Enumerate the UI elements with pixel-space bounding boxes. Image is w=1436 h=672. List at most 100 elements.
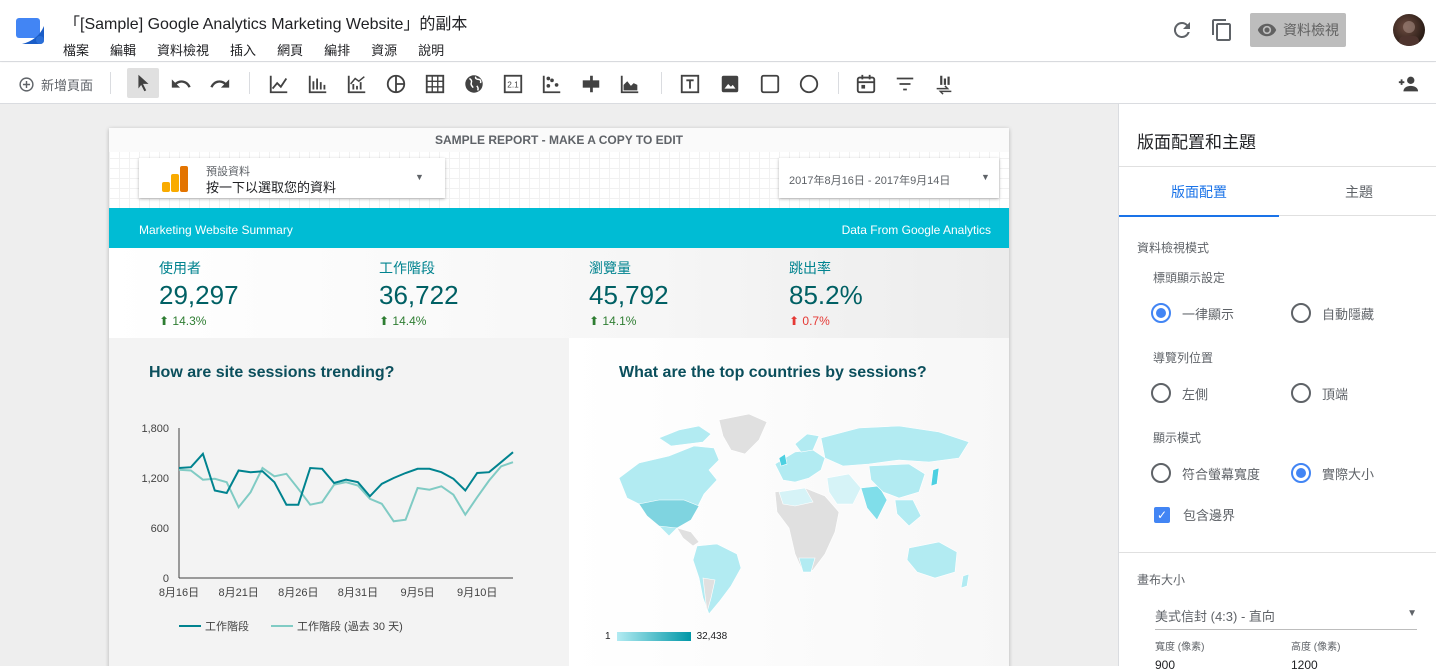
document-title[interactable]: 「[Sample] Google Analytics Marketing Web… bbox=[64, 10, 467, 34]
data-studio-logo-icon[interactable] bbox=[16, 18, 44, 44]
arrow-up-icon: ⬆ bbox=[589, 314, 603, 328]
summary-source: Data From Google Analytics bbox=[841, 223, 991, 237]
add-rectangle-button[interactable] bbox=[757, 71, 783, 97]
legend-label: 工作階段 (過去 30 天) bbox=[297, 619, 403, 633]
filter-icon bbox=[896, 77, 914, 91]
radio-unselected-icon bbox=[1291, 303, 1311, 323]
scatter-icon bbox=[542, 75, 561, 94]
add-date-range-button[interactable] bbox=[853, 71, 879, 97]
tab-theme[interactable]: 主題 bbox=[1279, 167, 1436, 217]
caret-down-icon: ▼ bbox=[981, 172, 990, 182]
kpi-label: 工作階段 bbox=[379, 260, 435, 276]
radio-nav-top[interactable]: 頂端 bbox=[1291, 383, 1348, 403]
panel-title: 版面配置和主題 bbox=[1137, 133, 1256, 152]
radio-nav-left[interactable]: 左側 bbox=[1151, 383, 1208, 403]
kpi-users[interactable]: 使用者 29,297 ⬆ 14.3% bbox=[159, 258, 239, 328]
add-filter-button[interactable] bbox=[892, 71, 918, 97]
add-circle-icon bbox=[19, 77, 34, 92]
add-scatter-chart-button[interactable] bbox=[539, 71, 565, 97]
add-image-button[interactable] bbox=[717, 71, 743, 97]
data-source-picker[interactable]: 預設資料 按一下以選取您的資料 ▼ bbox=[139, 158, 445, 198]
y-tick-label: 1,800 bbox=[141, 423, 169, 435]
date-range-picker[interactable]: 2017年8月16日 - 2017年9月14日 ▼ bbox=[779, 158, 999, 198]
x-tick-label: 8月16日 bbox=[159, 587, 199, 599]
view-mode-button[interactable]: 資料檢視 bbox=[1250, 13, 1346, 47]
map-region-south-america bbox=[692, 543, 742, 615]
add-bar-chart-button[interactable] bbox=[305, 71, 331, 97]
canvas-size-select[interactable]: 美式信封 (4:3) - 直向 ▼ bbox=[1155, 606, 1417, 630]
menu-file[interactable]: 檔案 bbox=[63, 40, 89, 59]
radio-always-show[interactable]: 一律顯示 bbox=[1151, 303, 1234, 323]
svg-text:2.1: 2.1 bbox=[507, 81, 519, 90]
select-tool[interactable] bbox=[127, 68, 159, 98]
tab-layout[interactable]: 版面配置 bbox=[1119, 167, 1279, 217]
add-table-button[interactable] bbox=[422, 71, 448, 97]
area-chart-icon bbox=[620, 75, 639, 94]
kpi-label: 跳出率 bbox=[789, 260, 831, 276]
select-icon bbox=[138, 74, 149, 92]
kpi-pageviews[interactable]: 瀏覽量 45,792 ⬆ 14.1% bbox=[589, 258, 669, 328]
menu-edit[interactable]: 編輯 bbox=[110, 40, 136, 59]
radio-fit-width[interactable]: 符合螢幕寬度 bbox=[1151, 463, 1260, 483]
map-region-central-america bbox=[676, 527, 700, 547]
map-region-scandinavia bbox=[794, 433, 820, 453]
kpi-value: 85.2% bbox=[789, 280, 863, 310]
add-circle-button[interactable] bbox=[796, 71, 822, 97]
world-geo-map[interactable] bbox=[599, 408, 979, 618]
menu-data-view[interactable]: 資料檢視 bbox=[157, 40, 209, 59]
x-tick-label: 8月26日 bbox=[278, 587, 318, 599]
legend-min: 1 bbox=[605, 631, 611, 642]
report-page[interactable]: SAMPLE REPORT - MAKE A COPY TO EDIT 預設資料… bbox=[109, 128, 1009, 666]
summary-header-bar: Marketing Website Summary Data From Goog… bbox=[109, 208, 1009, 248]
map-color-legend: 1 32,438 bbox=[605, 631, 727, 642]
add-scorecard-button[interactable]: 2.1 bbox=[500, 71, 526, 97]
menu-page[interactable]: 網頁 bbox=[277, 40, 303, 59]
menu-arrange[interactable]: 編排 bbox=[324, 40, 350, 59]
menu-resource[interactable]: 資源 bbox=[371, 40, 397, 59]
undo-button[interactable] bbox=[168, 71, 194, 97]
radio-actual-size[interactable]: 實際大小 bbox=[1291, 463, 1374, 483]
add-geo-map-button[interactable] bbox=[461, 71, 487, 97]
menu-bar: 檔案 編輯 資料檢視 插入 網頁 編排 資源 說明 bbox=[63, 40, 465, 59]
toolbar: 新增頁面 2.1 bbox=[0, 63, 1436, 104]
add-area-chart-button[interactable] bbox=[617, 71, 643, 97]
view-mode-label: 資料檢視 bbox=[1283, 22, 1339, 38]
sessions-trend-panel[interactable]: How are site sessions trending? 0 600 1,20… bbox=[109, 338, 569, 666]
eye-icon bbox=[1257, 23, 1277, 37]
width-label: 寬度 (像素) bbox=[1155, 642, 1205, 653]
layout-theme-panel: 版面配置和主題 版面配置 主題 資料檢視模式 標頭顯示設定 一律顯示 自動隱藏 … bbox=[1118, 104, 1436, 672]
share-button[interactable] bbox=[1395, 71, 1421, 97]
copy-icon[interactable] bbox=[1210, 18, 1234, 42]
caret-down-icon: ▼ bbox=[415, 172, 424, 182]
radio-unselected-icon bbox=[1151, 463, 1171, 483]
menu-help[interactable]: 說明 bbox=[418, 40, 444, 59]
kpi-sessions[interactable]: 工作階段 36,722 ⬆ 14.4% bbox=[379, 258, 459, 328]
map-region-canada-arctic bbox=[658, 425, 712, 447]
country-map-panel[interactable]: What are the top countries by sessions? bbox=[569, 338, 1009, 666]
add-time-series-button[interactable] bbox=[266, 71, 292, 97]
include-border-checkbox[interactable]: ✓ 包含邊界 bbox=[1154, 505, 1235, 524]
user-avatar[interactable] bbox=[1393, 14, 1425, 46]
add-data-control-button[interactable] bbox=[931, 71, 957, 97]
header-display-label: 標頭顯示設定 bbox=[1153, 271, 1226, 285]
radio-auto-hide[interactable]: 自動隱藏 bbox=[1291, 303, 1374, 323]
redo-icon bbox=[210, 79, 230, 88]
combo-chart-icon bbox=[347, 75, 366, 94]
add-text-button[interactable] bbox=[677, 71, 703, 97]
map-chart-title: What are the top countries by sessions? bbox=[619, 364, 927, 381]
height-input[interactable]: 1200 bbox=[1291, 658, 1318, 672]
legend-gradient bbox=[616, 632, 691, 641]
kpi-bounce-rate[interactable]: 跳出率 85.2% ⬆ 0.7% bbox=[789, 258, 863, 328]
redo-button[interactable] bbox=[207, 71, 233, 97]
checkbox-checked-icon: ✓ bbox=[1154, 506, 1170, 523]
add-pie-chart-button[interactable] bbox=[383, 71, 409, 97]
add-bullet-chart-button[interactable] bbox=[578, 71, 604, 97]
add-page-button[interactable]: 新增頁面 bbox=[18, 75, 93, 94]
sessions-line-chart[interactable]: 0 600 1,200 1,800 8月16日 8月21日 8月26日 8月31日 9月5日 9月… bbox=[109, 408, 569, 648]
data-control-icon bbox=[936, 75, 952, 95]
add-combo-chart-button[interactable] bbox=[344, 71, 370, 97]
width-input[interactable]: 900 bbox=[1155, 658, 1175, 672]
arrow-up-icon: ⬆ bbox=[159, 314, 173, 328]
menu-insert[interactable]: 插入 bbox=[230, 40, 256, 59]
refresh-icon[interactable] bbox=[1170, 18, 1194, 42]
